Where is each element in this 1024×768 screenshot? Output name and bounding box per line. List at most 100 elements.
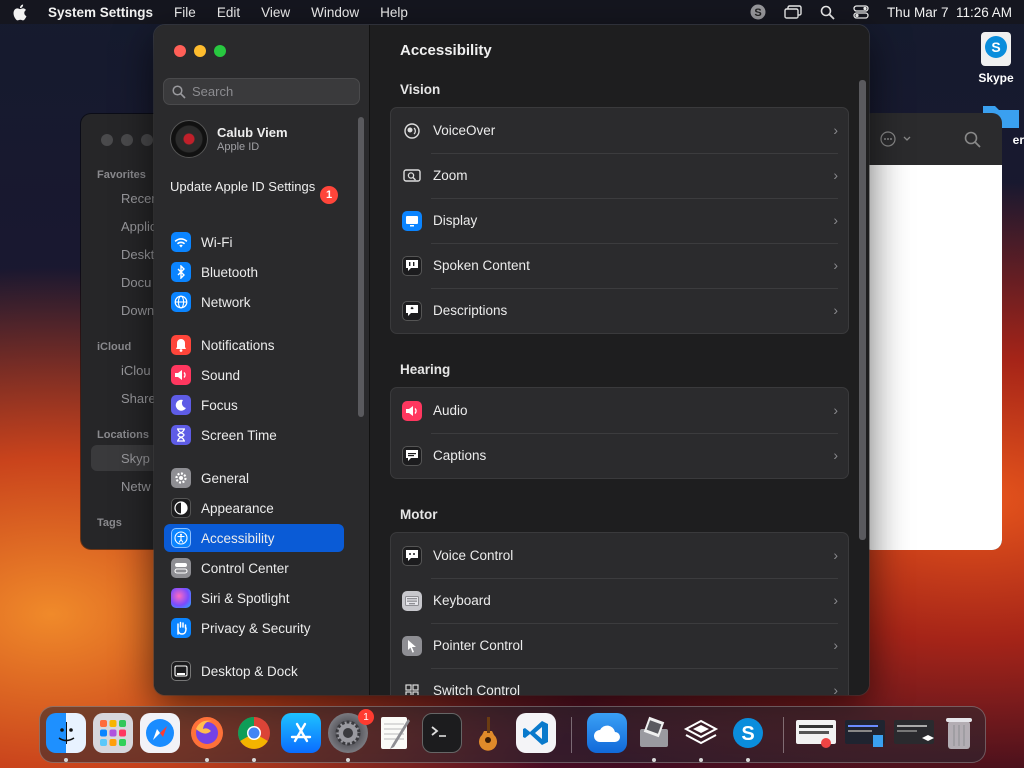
finder-item-skype[interactable]: Skyp	[121, 451, 150, 466]
minimized-window-1[interactable]	[794, 713, 838, 753]
sidebar-item-appearance[interactable]: Appearance	[164, 494, 344, 522]
textedit-icon[interactable]	[375, 713, 415, 753]
row-voice-control[interactable]: Voice Control ›	[391, 533, 848, 578]
sidebar-item-screen-time[interactable]: Screen Time	[164, 421, 344, 449]
finder-item-desktop[interactable]: Deskt	[121, 247, 154, 262]
finder-icon[interactable]	[46, 713, 86, 753]
chevron-right-icon: ›	[833, 212, 838, 228]
menu-app-name[interactable]: System Settings	[48, 5, 153, 20]
finder-item-shared[interactable]: Share	[121, 391, 156, 406]
close-button[interactable]	[174, 45, 186, 57]
sidebar-scrollbar[interactable]	[358, 117, 364, 417]
content-scrollbar[interactable]	[859, 80, 866, 540]
running-indicator	[252, 758, 256, 762]
row-label: Display	[433, 213, 478, 228]
sidebar-item-accessibility[interactable]: Accessibility	[164, 524, 344, 552]
finder-item-network[interactable]: Netw	[121, 479, 151, 494]
finder-section-locations: Locations	[97, 429, 149, 441]
row-pointer-control[interactable]: Pointer Control ›	[391, 623, 848, 668]
finder-item-icloud[interactable]: iClou	[121, 363, 151, 378]
vscode-icon[interactable]	[516, 713, 556, 753]
preview-icon[interactable]	[634, 713, 674, 753]
spotlight-search-icon[interactable]	[820, 5, 835, 20]
chevron-right-icon: ›	[833, 257, 838, 273]
background-window-right[interactable]	[862, 113, 1002, 550]
descriptions-icon: ❝	[402, 300, 422, 321]
row-display[interactable]: Display ›	[391, 198, 848, 243]
menu-clock[interactable]: Thu Mar 7 11:26 AM	[887, 5, 1012, 20]
sidebar-item-sound[interactable]: Sound	[164, 361, 344, 389]
sidebar-item-privacy-security[interactable]: Privacy & Security	[164, 614, 344, 642]
sidebar-item-focus[interactable]: Focus	[164, 391, 344, 419]
terminal-icon[interactable]	[422, 713, 462, 753]
sidebar-item-wifi[interactable]: Wi-Fi	[164, 228, 344, 256]
menu-view[interactable]: View	[261, 5, 290, 20]
firefox-icon[interactable]	[187, 713, 227, 753]
sidebar-item-notifications[interactable]: Notifications	[164, 331, 344, 359]
docker-icon[interactable]	[681, 713, 721, 753]
menu-help[interactable]: Help	[380, 5, 408, 20]
globe-icon	[171, 292, 191, 312]
garageband-icon[interactable]	[469, 713, 509, 753]
vision-group: VoiceOver › Zoom › Display › Spoken Cont…	[390, 107, 849, 334]
safari-icon[interactable]	[140, 713, 180, 753]
sidebar-item-siri-spotlight[interactable]: Siri & Spotlight	[164, 584, 344, 612]
launchpad-icon[interactable]	[93, 713, 133, 753]
finder-item-documents[interactable]: Docu	[121, 275, 151, 290]
window-search-icon[interactable]	[964, 131, 982, 149]
sidebar-item-label: Sound	[201, 367, 241, 383]
running-indicator	[205, 758, 209, 762]
system-settings-icon[interactable]: 1	[328, 709, 374, 753]
minimized-window-3[interactable]	[892, 713, 936, 753]
sidebar-item-network[interactable]: Network	[164, 288, 344, 316]
app-store-icon[interactable]	[281, 713, 321, 753]
trash-icon[interactable]	[939, 713, 979, 753]
row-label: Keyboard	[433, 593, 491, 608]
desktop-skype-item[interactable]: S Skype	[974, 30, 1018, 85]
row-label: Spoken Content	[433, 258, 530, 273]
zoom-button[interactable]	[214, 45, 226, 57]
skype-status-icon[interactable]: S	[750, 4, 766, 20]
row-audio[interactable]: Audio ›	[391, 388, 848, 433]
menu-edit[interactable]: Edit	[217, 5, 240, 20]
sidebar-item-bluetooth[interactable]: Bluetooth	[164, 258, 344, 286]
minimize-button[interactable]	[194, 45, 206, 57]
screen-mirroring-icon[interactable]	[784, 5, 802, 19]
hourglass-icon	[171, 425, 191, 445]
sidebar-item-label: Control Center	[201, 560, 289, 576]
row-zoom[interactable]: Zoom ›	[391, 153, 848, 198]
section-title-vision: Vision	[400, 82, 441, 97]
row-captions[interactable]: Captions ›	[391, 433, 848, 478]
account-name: Calub Viem	[217, 125, 288, 140]
row-descriptions[interactable]: ❝ Descriptions ›	[391, 288, 848, 333]
running-indicator	[652, 758, 656, 762]
sidebar-item-general[interactable]: General	[164, 464, 344, 492]
sidebar-item-control-center[interactable]: Control Center	[164, 554, 344, 582]
menu-file[interactable]: File	[174, 5, 196, 20]
control-center-status-icon[interactable]	[853, 5, 869, 19]
search-input[interactable]	[192, 84, 352, 99]
menu-window[interactable]: Window	[311, 5, 359, 20]
finder-item-recents[interactable]: Recen	[121, 191, 159, 206]
sidebar-search[interactable]	[163, 78, 360, 105]
apple-icon[interactable]	[12, 4, 30, 21]
zoom-icon	[402, 166, 422, 186]
skype-icon[interactable]: S	[728, 713, 768, 753]
finder-item-downloads[interactable]: Down	[121, 303, 154, 318]
bell-icon	[171, 335, 191, 355]
row-spoken-content[interactable]: Spoken Content ›	[391, 243, 848, 288]
chrome-icon[interactable]	[234, 713, 274, 753]
sidebar-item-desktop-dock[interactable]: Desktop & Dock	[164, 657, 344, 685]
section-title-hearing: Hearing	[400, 362, 451, 377]
more-options-icon[interactable]	[880, 131, 916, 147]
sidebar-item-label: General	[201, 470, 250, 486]
finder-item-applications[interactable]: Applic	[121, 219, 156, 234]
row-keyboard[interactable]: Keyboard ›	[391, 578, 848, 623]
row-voiceover[interactable]: VoiceOver ›	[391, 108, 848, 153]
chevron-right-icon: ›	[833, 682, 838, 695]
row-switch-control[interactable]: Switch Control ›	[391, 668, 848, 695]
minimized-window-2[interactable]	[843, 713, 887, 753]
update-apple-id-settings[interactable]: Update Apple ID Settings	[170, 179, 340, 195]
weather-icon[interactable]	[587, 713, 627, 753]
apple-id-account[interactable]: Calub Viem Apple ID	[170, 120, 288, 158]
